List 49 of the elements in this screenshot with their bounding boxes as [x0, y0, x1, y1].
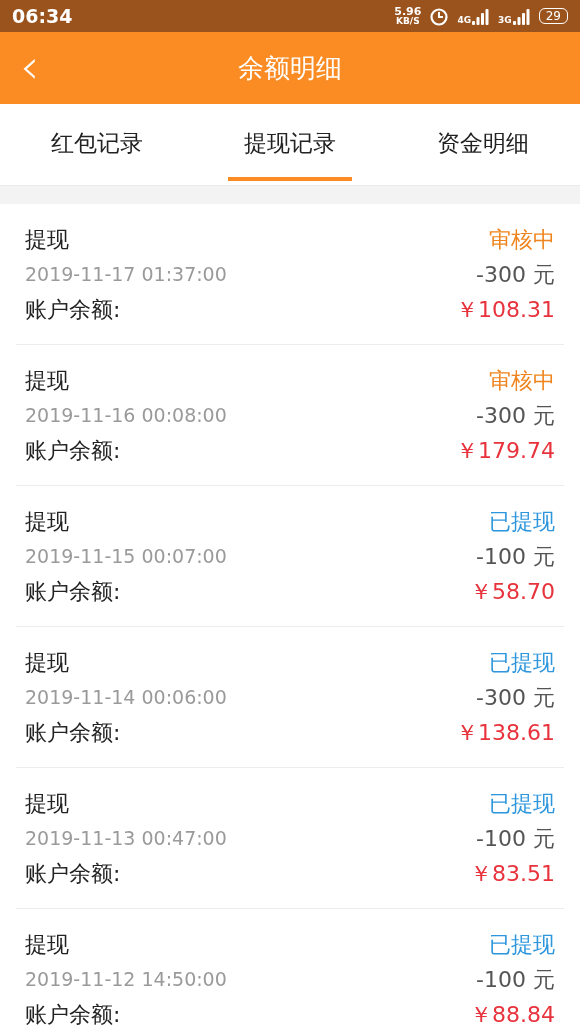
speed-unit: KB/S — [396, 17, 420, 26]
balance-label: 账户余额: — [25, 296, 121, 324]
record-title: 提现 — [25, 931, 69, 959]
balance-label: 账户余额: — [25, 1001, 121, 1029]
balance-amount: ￥83.51 — [470, 860, 555, 888]
record-title: 提现 — [25, 508, 69, 536]
record-status: 审核中 — [489, 367, 555, 395]
balance-amount: ￥138.61 — [456, 719, 555, 747]
record-status: 已提现 — [489, 508, 555, 536]
record-title: 提现 — [25, 649, 69, 677]
network-type: 3G — [498, 15, 512, 25]
network-type: 4G — [457, 15, 472, 25]
balance-label: 账户余额: — [25, 860, 121, 888]
record-status: 已提现 — [489, 931, 555, 959]
record-status: 审核中 — [489, 226, 555, 254]
alarm-icon — [429, 6, 450, 26]
record-amount: -100 元 — [476, 966, 555, 994]
balance-label: 账户余额: — [25, 437, 121, 465]
page-title: 余额明细 — [238, 51, 342, 85]
clock-time: 06:34 — [12, 5, 74, 27]
record-title: 提现 — [25, 226, 69, 254]
battery-level: 29 — [538, 8, 568, 24]
signal-icon — [472, 7, 491, 25]
balance-amount: ￥179.74 — [456, 437, 555, 465]
record-title: 提现 — [25, 790, 69, 818]
record-amount: -100 元 — [476, 543, 555, 571]
record-date: 2019-11-13 00:47:00 — [25, 826, 227, 851]
record-amount: -100 元 — [476, 825, 555, 853]
record-date: 2019-11-15 00:07:00 — [25, 544, 227, 569]
record-date: 2019-11-17 01:37:00 — [25, 262, 227, 287]
record-amount: -300 元 — [476, 684, 555, 712]
signal-icon — [512, 7, 531, 25]
tab[interactable]: 提现记录 — [228, 104, 352, 181]
balance-label: 账户余额: — [25, 578, 121, 606]
tab[interactable]: 红包记录 — [34, 104, 159, 181]
balance-amount: ￥58.70 — [470, 578, 555, 606]
record-amount: -300 元 — [476, 402, 555, 430]
balance-label: 账户余额: — [25, 719, 121, 747]
balance-amount: ￥108.31 — [456, 296, 555, 324]
record-amount: -300 元 — [476, 261, 555, 289]
balance-amount: ￥88.84 — [470, 1001, 555, 1029]
record-date: 2019-11-16 00:08:00 — [25, 403, 227, 428]
record-status: 已提现 — [489, 790, 555, 818]
network-speed: 5.96 — [394, 6, 422, 17]
record-date: 2019-11-12 14:50:00 — [25, 967, 227, 992]
record-status: 已提现 — [489, 649, 555, 677]
record-title: 提现 — [25, 367, 69, 395]
record-date: 2019-11-14 00:06:00 — [25, 685, 227, 710]
tab[interactable]: 资金明细 — [421, 104, 546, 181]
